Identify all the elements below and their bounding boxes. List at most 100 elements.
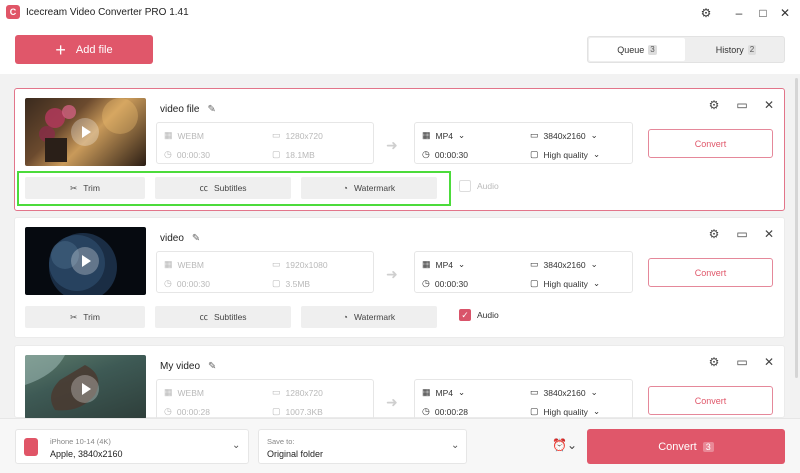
convert-item-button[interactable]: Convert	[648, 386, 773, 415]
settings-icon[interactable]: ⚙	[707, 227, 721, 241]
trim-button[interactable]: ✂ Trim	[25, 306, 145, 328]
audio-toggle[interactable]: Audio	[459, 180, 499, 192]
video-thumbnail[interactable]	[25, 227, 146, 295]
convert-item-button[interactable]: Convert	[648, 258, 773, 287]
convert-all-label: Convert	[658, 440, 697, 453]
scissors-icon: ✂	[70, 311, 78, 322]
monitor-icon: ▭	[272, 259, 281, 269]
quality-dropdown[interactable]: ▢ High quality ⌄	[530, 406, 600, 417]
convert-all-count: 3	[702, 441, 714, 452]
maximize-button[interactable]: □	[755, 5, 771, 21]
audio-checkbox[interactable]: ✓	[459, 309, 471, 321]
file-name-text: My video	[160, 361, 201, 372]
save-to-value: Original folder	[267, 449, 324, 459]
remove-item-icon[interactable]: ✕	[762, 227, 776, 241]
settings-icon[interactable]: ⚙	[707, 355, 721, 369]
watermark-button[interactable]: ◔ Watermark	[301, 306, 437, 328]
open-folder-icon[interactable]: ▭	[735, 98, 749, 112]
clock-icon: ◷	[164, 406, 172, 416]
play-icon[interactable]	[71, 247, 99, 275]
subtitles-button[interactable]: ㏄ Subtitles	[155, 177, 291, 199]
cc-icon: ㏄	[199, 312, 208, 322]
subtitles-button[interactable]: ㏄ Subtitles	[155, 306, 291, 328]
output-format: MP4	[435, 387, 453, 398]
queue-item[interactable]: My video ✎ ▦ WEBM ▭ 1280x720 ◷ 00:00:28 ▢ 10…	[14, 345, 785, 421]
format-dropdown[interactable]: ▦ MP4 ⌄	[422, 130, 465, 141]
save-to-dropdown[interactable]: Save to: Original folder ⌄	[258, 429, 467, 464]
audio-toggle[interactable]: ✓ Audio	[459, 309, 499, 321]
film-icon: ▦	[422, 259, 431, 269]
clock-icon: ◷	[164, 149, 172, 159]
audio-checkbox[interactable]	[459, 180, 471, 192]
source-format: WEBM	[177, 259, 204, 270]
minimize-button[interactable]: –	[731, 5, 747, 21]
remove-item-icon[interactable]: ✕	[762, 98, 776, 112]
edit-name-icon[interactable]: ✎	[192, 233, 200, 244]
format-dropdown[interactable]: ▦ MP4 ⌄	[422, 259, 465, 270]
file-name: My video ✎	[160, 361, 216, 372]
trim-button[interactable]: ✂ Trim	[25, 177, 145, 199]
trim-label: Trim	[83, 312, 100, 322]
tab-queue-count: 3	[648, 44, 657, 55]
edit-name-icon[interactable]: ✎	[208, 361, 216, 372]
remove-item-icon[interactable]: ✕	[762, 355, 776, 369]
file-name: video ✎	[160, 233, 200, 244]
play-icon[interactable]	[71, 118, 99, 146]
clock-icon: ◷	[422, 406, 430, 416]
tab-queue[interactable]: Queue 3	[589, 38, 685, 61]
open-folder-icon[interactable]: ▭	[735, 227, 749, 241]
film-icon: ▦	[422, 130, 431, 140]
resolution-dropdown[interactable]: ▭ 3840x2160 ⌄	[530, 387, 598, 398]
cc-icon: ㏄	[199, 183, 208, 193]
film-icon: ▦	[164, 259, 173, 269]
watermark-button[interactable]: ◔ Watermark	[301, 177, 437, 199]
convert-item-button[interactable]: Convert	[648, 129, 773, 158]
profile-device: iPhone 10-14 (4K)	[50, 437, 111, 446]
chevron-down-icon: ⌄	[458, 259, 466, 269]
arrow-right-icon: ➜	[386, 137, 398, 153]
edit-name-icon[interactable]: ✎	[207, 104, 215, 115]
queue-item[interactable]: video file ✎ ▦ WEBM ▭ 1280x720 ◷ 00:00:30 ▢…	[14, 88, 785, 211]
output-resolution: 3840x2160	[543, 387, 586, 398]
folder-icon: ▢	[530, 149, 539, 159]
video-thumbnail[interactable]	[25, 355, 146, 419]
output-quality: High quality	[543, 278, 588, 289]
convert-all-button[interactable]: Convert 3	[587, 429, 785, 464]
source-info: ▦ WEBM ▭ 1280x720 ◷ 00:00:28 ▢ 1007.3KB	[156, 379, 374, 421]
alarm-clock-icon[interactable]: ⏰⌄	[552, 438, 577, 452]
quality-dropdown[interactable]: ▢ High quality ⌄	[530, 149, 600, 160]
resolution-dropdown[interactable]: ▭ 3840x2160 ⌄	[530, 130, 598, 141]
monitor-icon: ▭	[530, 259, 539, 269]
tab-history[interactable]: History 2	[688, 38, 784, 61]
watermark-icon: ◔	[342, 183, 348, 193]
open-folder-icon[interactable]: ▭	[735, 355, 749, 369]
gear-icon[interactable]: ⚙	[698, 5, 714, 21]
chevron-down-icon: ⌄	[592, 278, 601, 288]
file-name-text: video file	[160, 104, 200, 115]
audio-label: Audio	[477, 310, 499, 320]
queue-item[interactable]: video ✎ ▦ WEBM ▭ 1920x1080 ◷ 00:00:30 ▢ 3.5M…	[14, 217, 785, 338]
add-file-button[interactable]: + Add file	[15, 35, 153, 64]
output-profile-dropdown[interactable]: iPhone 10-14 (4K) Apple, 3840x2160 ⌄	[15, 429, 249, 464]
output-resolution: 3840x2160	[543, 259, 586, 270]
settings-icon[interactable]: ⚙	[707, 98, 721, 112]
play-icon[interactable]	[71, 375, 99, 403]
close-window-button[interactable]: ✕	[777, 5, 793, 21]
app-title: Icecream Video Converter PRO 1.41	[26, 7, 189, 18]
monitor-icon: ▭	[530, 130, 539, 140]
resolution-dropdown[interactable]: ▭ 3840x2160 ⌄	[530, 259, 598, 270]
chevron-down-icon: ⌄	[590, 130, 598, 140]
chevron-down-icon: ⌄	[592, 149, 601, 159]
folder-icon: ▢	[530, 406, 539, 416]
scrollbar[interactable]	[795, 78, 798, 378]
format-dropdown[interactable]: ▦ MP4 ⌄	[422, 387, 465, 398]
source-size: 3.5MB	[285, 278, 311, 289]
video-thumbnail[interactable]	[25, 98, 146, 166]
output-quality: High quality	[543, 406, 588, 417]
chevron-down-icon: ⌄	[590, 387, 598, 397]
add-file-label: Add file	[75, 43, 113, 56]
quality-dropdown[interactable]: ▢ High quality ⌄	[530, 278, 600, 289]
bottom-bar: iPhone 10-14 (4K) Apple, 3840x2160 ⌄ Sav…	[0, 418, 800, 473]
output-resolution: 3840x2160	[543, 130, 586, 141]
chevron-down-icon: ⌄	[458, 130, 466, 140]
